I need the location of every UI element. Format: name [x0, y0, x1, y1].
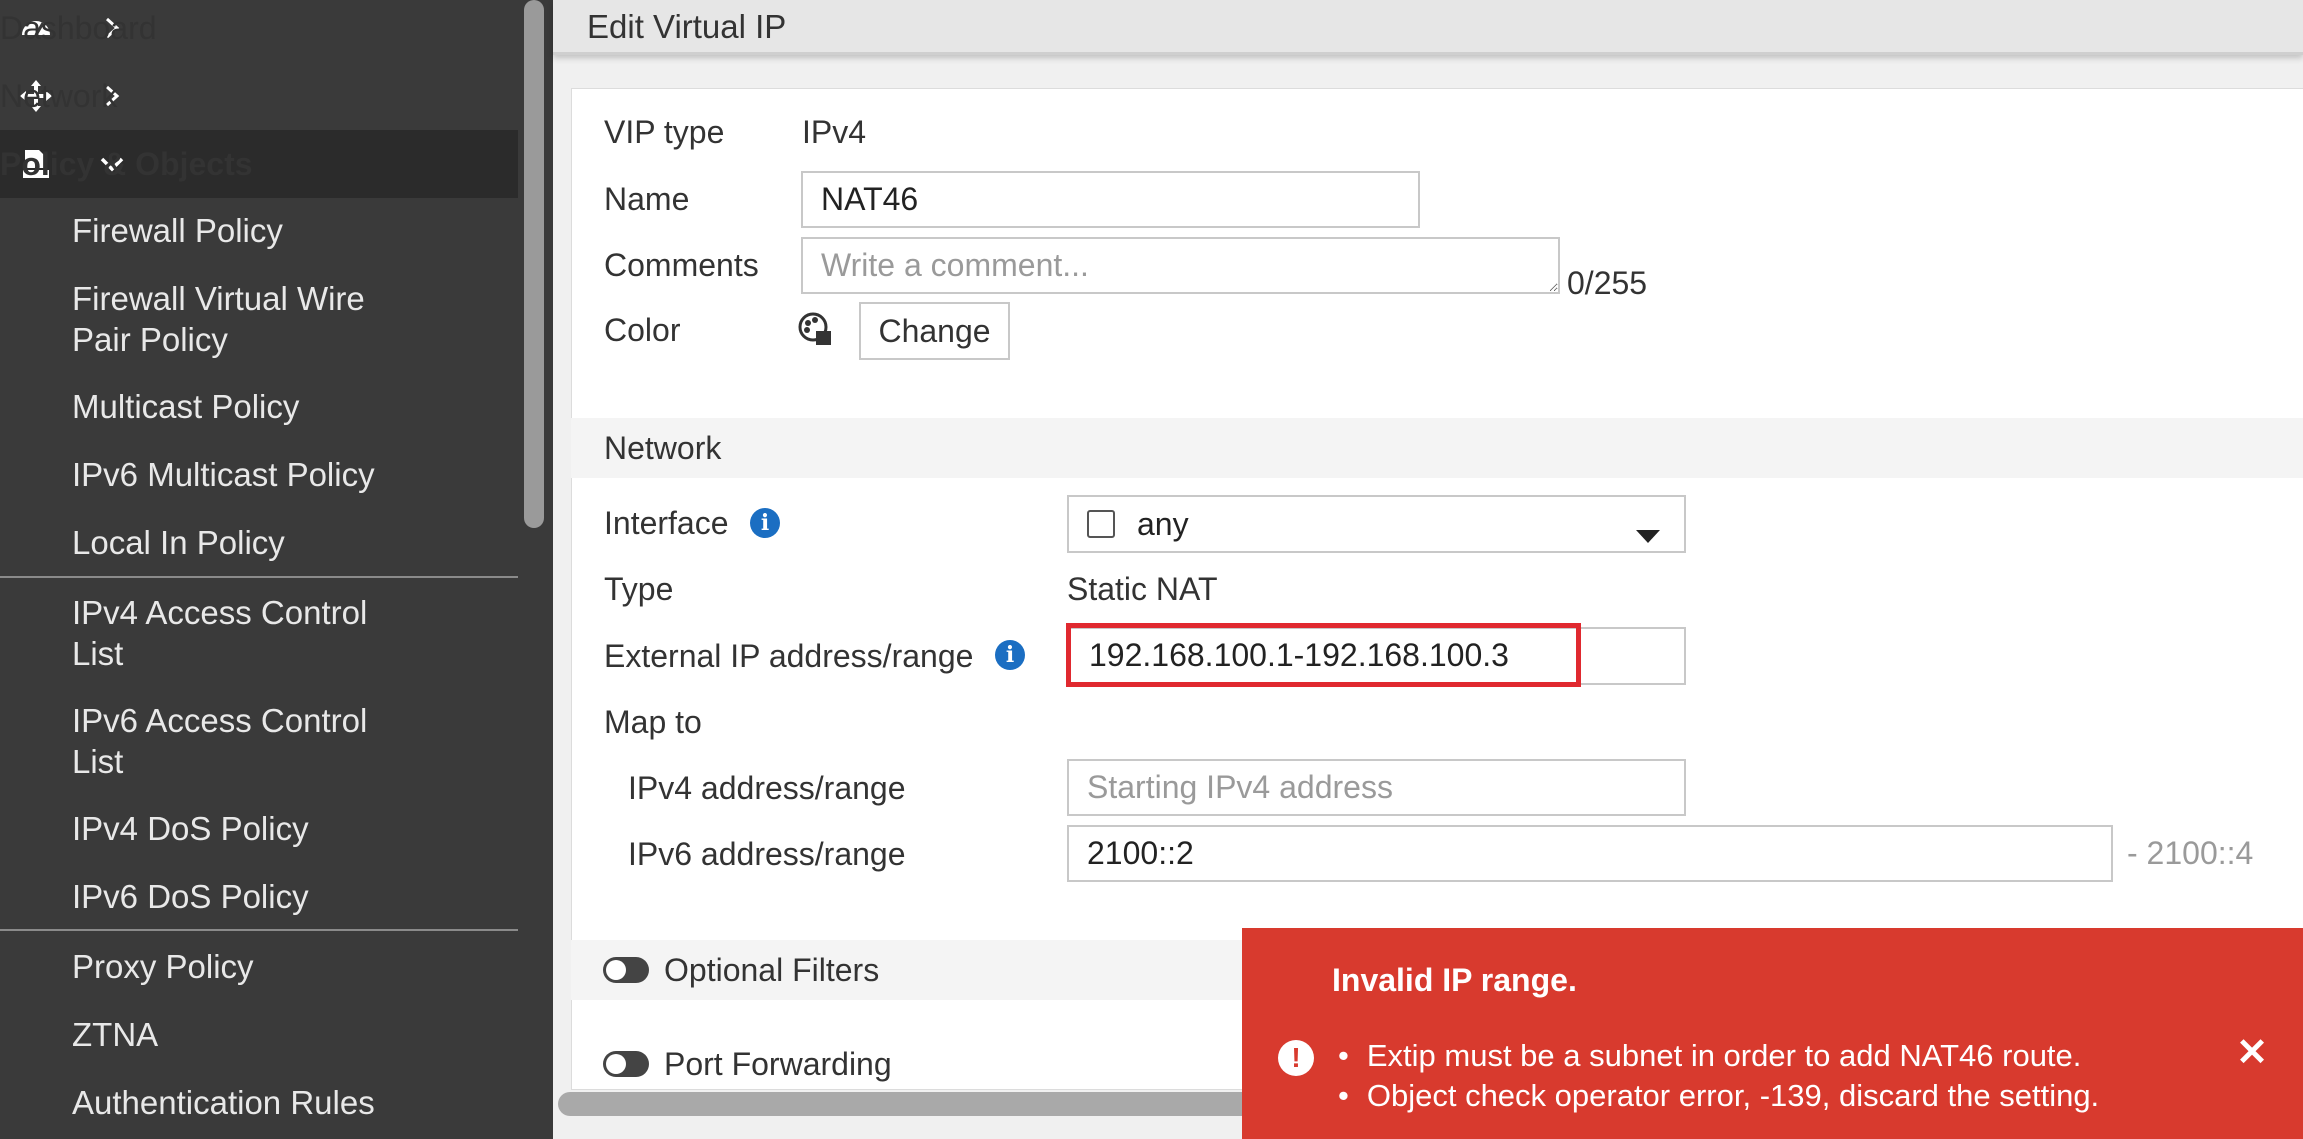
map-to-label: Map to: [604, 704, 702, 740]
sidebar-item-firewall-virtual-wire[interactable]: Firewall Virtual Wire: [72, 279, 365, 319]
sidebar-item-firewall-policy[interactable]: Firewall Policy: [72, 211, 283, 251]
external-ip-input[interactable]: [1066, 623, 1581, 687]
nav-dashboard-label: Dashboard: [0, 9, 157, 46]
sidebar-scrollbar-thumb[interactable]: [524, 0, 544, 528]
page-title: Edit Virtual IP: [587, 8, 787, 45]
sidebar-item-ipv4-acl-line2[interactable]: List: [72, 634, 123, 674]
nav-policy-objects[interactable]: Policy & Objects: [0, 130, 518, 198]
color-palette-icon: [797, 311, 833, 347]
sidebar-item-ztna[interactable]: ZTNA: [72, 1015, 158, 1055]
ipv4-range-input[interactable]: [1067, 759, 1686, 816]
nav-network-label: Network: [0, 77, 118, 114]
interface-label: Interface: [604, 505, 729, 541]
title-bar: Edit Virtual IP: [553, 0, 2303, 55]
comments-counter: 0/255: [1567, 265, 1648, 301]
horizontal-scrollbar[interactable]: [558, 1092, 1303, 1116]
type-label: Type: [604, 571, 674, 607]
sidebar-item-local-in-policy[interactable]: Local In Policy: [72, 523, 285, 563]
sidebar-divider: [0, 576, 518, 578]
vip-type-label: VIP type: [604, 114, 725, 150]
interface-select[interactable]: any: [1067, 495, 1686, 553]
network-section-title: Network: [604, 430, 722, 466]
sidebar-item-authentication-rules[interactable]: Authentication Rules: [72, 1083, 375, 1123]
ipv6-range-end: - 2100::4: [2127, 835, 2254, 871]
change-color-button[interactable]: Change: [859, 302, 1010, 360]
ipv6-range-label: IPv6 address/range: [628, 836, 906, 872]
interface-checkbox-icon: [1087, 510, 1115, 538]
sidebar-item-ipv4-acl[interactable]: IPv4 Access Control: [72, 593, 367, 633]
toast-message: Extip must be a subnet in order to add N…: [1338, 1038, 2082, 1074]
sidebar-item-proxy-policy[interactable]: Proxy Policy: [72, 947, 254, 987]
nav-network[interactable]: Network: [0, 62, 518, 130]
ipv4-range-label: IPv4 address/range: [628, 770, 906, 806]
name-label: Name: [604, 181, 690, 217]
exclamation-icon: !: [1278, 1040, 1314, 1076]
sidebar-item-ipv6-multicast-policy[interactable]: IPv6 Multicast Policy: [72, 455, 375, 495]
error-toast: Invalid IP range. ! Extip must be a subn…: [1242, 928, 2303, 1139]
vip-type-value: IPv4: [802, 114, 867, 150]
dropdown-caret-icon: [1636, 515, 1660, 552]
port-forwarding-label: Port Forwarding: [664, 1046, 892, 1082]
info-icon[interactable]: i: [750, 508, 780, 538]
optional-filters-label: Optional Filters: [664, 952, 880, 988]
comments-label: Comments: [604, 247, 759, 283]
sidebar-item-ipv6-acl[interactable]: IPv6 Access Control: [72, 701, 367, 741]
toast-message: Object check operator error, -139, disca…: [1338, 1078, 2099, 1114]
sidebar-item-firewall-virtual-wire-line2[interactable]: Pair Policy: [72, 320, 228, 360]
network-section-header: [571, 418, 2303, 478]
comments-textarea[interactable]: [801, 237, 1560, 294]
ipv6-range-input[interactable]: [1067, 825, 2113, 882]
sidebar-item-ipv4-dos-policy[interactable]: IPv4 DoS Policy: [72, 809, 309, 849]
type-value: Static NAT: [1067, 571, 1218, 607]
color-label: Color: [604, 312, 681, 348]
name-input[interactable]: [801, 171, 1420, 228]
nav-policy-objects-label: Policy & Objects: [0, 145, 253, 182]
sidebar: Dashboard Network Policy & Objects Firew…: [0, 0, 518, 1139]
port-forwarding-toggle[interactable]: [603, 1051, 649, 1077]
nav-dashboard[interactable]: Dashboard: [0, 0, 518, 62]
close-icon[interactable]: ✕: [2232, 1032, 2272, 1074]
sidebar-item-ipv6-dos-policy[interactable]: IPv6 DoS Policy: [72, 877, 309, 917]
external-ip-label: External IP address/range: [604, 638, 974, 674]
sidebar-item-multicast-policy[interactable]: Multicast Policy: [72, 387, 299, 427]
sidebar-item-ipv6-acl-line2[interactable]: List: [72, 742, 123, 782]
info-icon[interactable]: i: [995, 640, 1025, 670]
sidebar-divider: [0, 929, 518, 931]
toast-title: Invalid IP range.: [1332, 962, 1577, 998]
interface-value: any: [1137, 505, 1189, 542]
optional-filters-toggle[interactable]: [603, 957, 649, 983]
